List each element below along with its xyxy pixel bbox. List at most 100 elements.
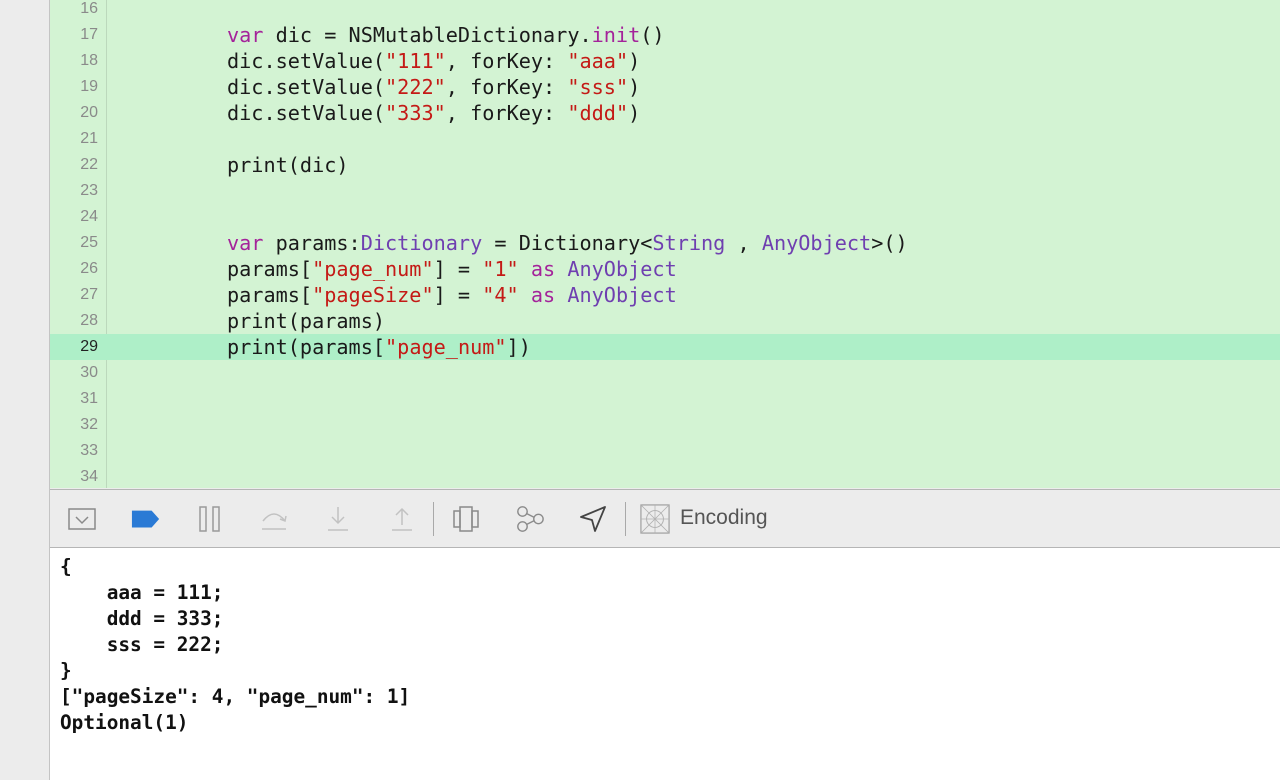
code-token-type: Dictionary bbox=[360, 231, 483, 255]
environment-overrides-icon[interactable] bbox=[640, 504, 670, 534]
code-text[interactable]: print(params) bbox=[227, 308, 385, 334]
console-line: aaa = 111; bbox=[60, 581, 224, 604]
code-token: print(params[ bbox=[227, 335, 386, 359]
code-token: dic.setValue( bbox=[227, 49, 386, 73]
code-line[interactable]: 32 bbox=[50, 412, 1280, 438]
code-text[interactable]: print(dic) bbox=[227, 152, 349, 178]
line-number[interactable]: 33 bbox=[50, 438, 98, 464]
console-line: } bbox=[60, 659, 72, 682]
code-line[interactable]: 20 dic.setValue("333", forKey: "ddd") bbox=[50, 100, 1280, 126]
toolbar-separator bbox=[625, 502, 626, 536]
debug-bar: Encoding bbox=[50, 489, 1280, 548]
code-token: , forKey: bbox=[445, 75, 568, 99]
code-line[interactable]: 34 bbox=[50, 464, 1280, 488]
line-number[interactable]: 28 bbox=[50, 308, 98, 334]
code-line[interactable]: 16 bbox=[50, 0, 1280, 22]
line-number[interactable]: 21 bbox=[50, 126, 98, 152]
code-text[interactable]: var params:Dictionary = Dictionary<Strin… bbox=[227, 230, 908, 256]
code-line[interactable]: 23 bbox=[50, 178, 1280, 204]
line-number[interactable]: 18 bbox=[50, 48, 98, 74]
code-line[interactable]: 29 print(params["page_num"]) bbox=[50, 334, 1280, 360]
line-number[interactable]: 20 bbox=[50, 100, 98, 126]
line-number[interactable]: 29 bbox=[50, 334, 98, 360]
line-number[interactable]: 23 bbox=[50, 178, 98, 204]
code-token-str: "page_num" bbox=[385, 335, 507, 359]
encoding-label[interactable]: Encoding bbox=[680, 506, 768, 530]
code-token: dic.setValue( bbox=[227, 101, 386, 125]
step-over-icon[interactable] bbox=[259, 504, 289, 534]
memory-graph-icon[interactable] bbox=[515, 504, 545, 534]
code-line[interactable]: 17 var dic = NSMutableDictionary.init() bbox=[50, 22, 1280, 48]
code-token-str: "sss" bbox=[567, 75, 629, 99]
code-line[interactable]: 28 print(params) bbox=[50, 308, 1280, 334]
code-token-kw: as bbox=[530, 283, 556, 307]
code-text[interactable]: var dic = NSMutableDictionary.init() bbox=[227, 22, 665, 48]
code-token: dic.setValue( bbox=[227, 75, 386, 99]
code-text[interactable]: dic.setValue("111", forKey: "aaa") bbox=[227, 48, 640, 74]
code-token: ] = bbox=[433, 283, 483, 307]
code-text[interactable]: params["page_num"] = "1" as AnyObject bbox=[227, 256, 677, 282]
code-text[interactable]: params["pageSize"] = "4" as AnyObject bbox=[227, 282, 677, 308]
code-token-str: "222" bbox=[385, 75, 446, 99]
code-token-str: "page_num" bbox=[312, 257, 434, 281]
code-token-str: "333" bbox=[385, 101, 446, 125]
code-token: ) bbox=[628, 49, 641, 73]
code-token-str: "ddd" bbox=[567, 101, 629, 125]
code-line[interactable]: 21 bbox=[50, 126, 1280, 152]
breakpoints-toggle-icon[interactable] bbox=[131, 504, 161, 534]
code-line[interactable]: 30 bbox=[50, 360, 1280, 386]
simulate-location-icon[interactable] bbox=[578, 504, 608, 534]
line-number[interactable]: 25 bbox=[50, 230, 98, 256]
code-line[interactable]: 31 bbox=[50, 386, 1280, 412]
code-line[interactable]: 27 params["pageSize"] = "4" as AnyObject bbox=[50, 282, 1280, 308]
line-number[interactable]: 19 bbox=[50, 74, 98, 100]
line-number[interactable]: 34 bbox=[50, 464, 98, 488]
code-token: >() bbox=[871, 231, 908, 255]
pause-icon[interactable] bbox=[195, 504, 225, 534]
step-out-icon[interactable] bbox=[387, 504, 417, 534]
code-token-type: AnyObject bbox=[761, 231, 872, 255]
code-editor[interactable]: 16 17 var dic = NSMutableDictionary.init()… bbox=[50, 0, 1280, 488]
code-token: ) bbox=[628, 75, 641, 99]
code-line[interactable]: 19 dic.setValue("222", forKey: "sss") bbox=[50, 74, 1280, 100]
code-text[interactable]: print(params["page_num"]) bbox=[227, 334, 531, 360]
code-text[interactable]: dic.setValue("333", forKey: "ddd") bbox=[227, 100, 640, 126]
code-token: params[ bbox=[227, 283, 313, 307]
line-number[interactable]: 26 bbox=[50, 256, 98, 282]
code-token-type: String bbox=[652, 231, 726, 255]
code-line[interactable]: 33 bbox=[50, 438, 1280, 464]
code-token-type: AnyObject bbox=[567, 257, 677, 281]
code-token: () bbox=[640, 23, 665, 47]
code-token: print(dic) bbox=[227, 153, 349, 177]
line-number[interactable]: 32 bbox=[50, 412, 98, 438]
view-debugger-icon[interactable] bbox=[451, 504, 481, 534]
line-number[interactable]: 31 bbox=[50, 386, 98, 412]
console-output[interactable]: { aaa = 111; ddd = 333; sss = 222;} ["pag… bbox=[50, 548, 1280, 780]
code-line[interactable]: 24 bbox=[50, 204, 1280, 230]
line-number[interactable]: 17 bbox=[50, 22, 98, 48]
line-number[interactable]: 24 bbox=[50, 204, 98, 230]
code-token: = Dictionary< bbox=[482, 231, 653, 255]
code-token-str: "111" bbox=[385, 49, 446, 73]
code-token: dic = NSMutableDictionary. bbox=[263, 23, 592, 47]
code-line[interactable]: 26 params["page_num"] = "1" as AnyObject bbox=[50, 256, 1280, 282]
code-token: , bbox=[725, 231, 762, 255]
code-line[interactable]: 22 print(dic) bbox=[50, 152, 1280, 178]
code-token: ) bbox=[628, 101, 641, 125]
console-line: Optional(1) bbox=[60, 711, 189, 734]
code-text[interactable]: dic.setValue("222", forKey: "sss") bbox=[227, 74, 640, 100]
step-into-icon[interactable] bbox=[323, 504, 353, 534]
console-line: { bbox=[60, 555, 72, 578]
code-line[interactable]: 25 var params:Dictionary = Dictionary<Str… bbox=[50, 230, 1280, 256]
line-number[interactable]: 16 bbox=[50, 0, 98, 22]
code-line[interactable]: 18 dic.setValue("111", forKey: "aaa") bbox=[50, 48, 1280, 74]
code-token-str: "aaa" bbox=[567, 49, 629, 73]
hide-debug-area-icon[interactable] bbox=[67, 504, 97, 534]
line-number[interactable]: 30 bbox=[50, 360, 98, 386]
code-token: print(params) bbox=[227, 309, 386, 333]
line-number[interactable]: 27 bbox=[50, 282, 98, 308]
line-number[interactable]: 22 bbox=[50, 152, 98, 178]
code-token-kw: init bbox=[591, 23, 641, 47]
